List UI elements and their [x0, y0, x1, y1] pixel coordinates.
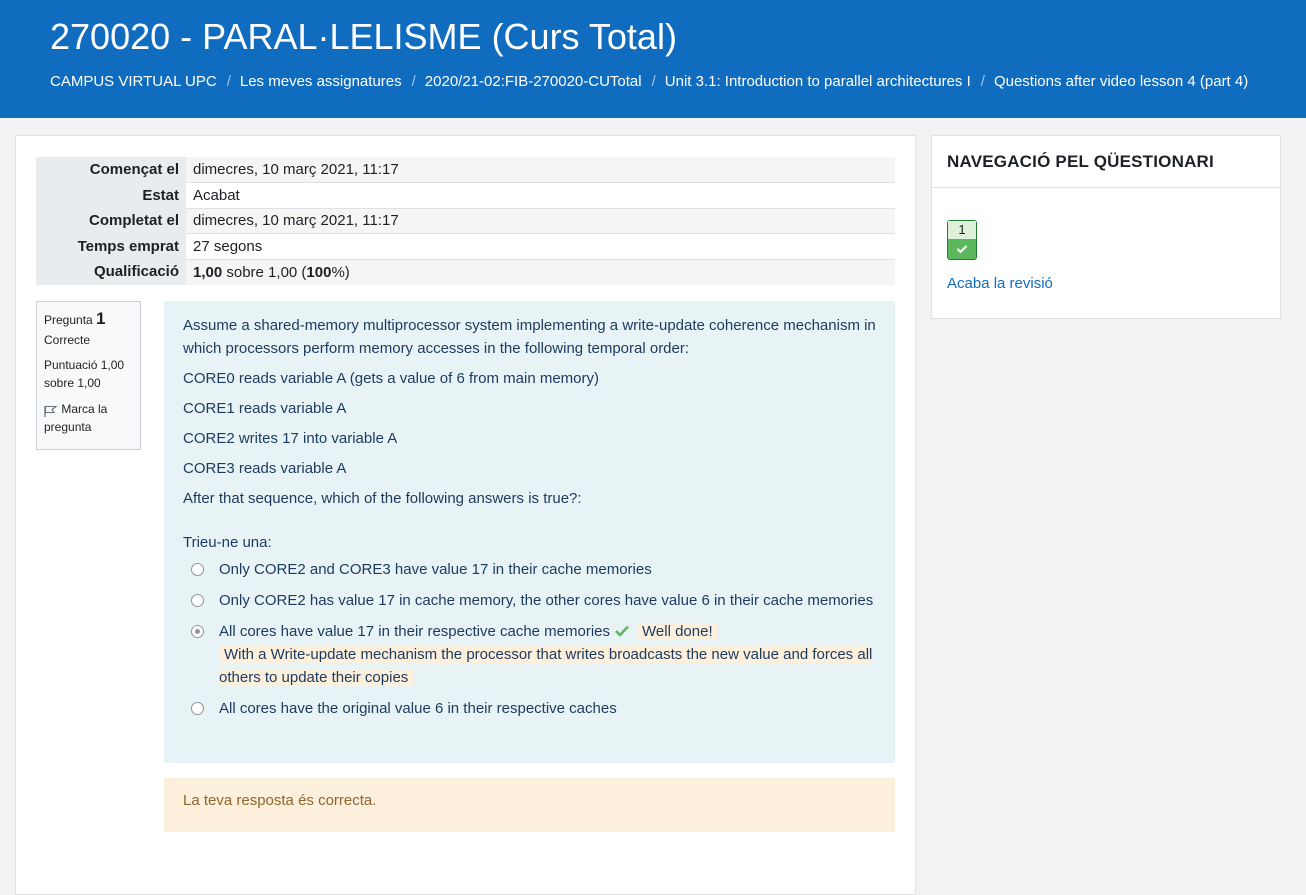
check-icon [615, 621, 629, 637]
answer-label: All cores have the original value 6 in t… [219, 700, 617, 717]
summary-row: Completat el dimecres, 10 març 2021, 11:… [36, 207, 895, 234]
question-grade: Puntuació 1,00 sobre 1,00 [44, 358, 125, 390]
nav-title: NAVEGACIÓ PEL QÜESTIONARI [947, 152, 1214, 171]
summary-row: Qualificació 1,00 sobre 1,00 (100%) [36, 258, 895, 285]
grade-mid: sobre 1,00 ( [222, 263, 307, 281]
answer-radio[interactable] [191, 594, 204, 607]
quiz-review-region: Començat el dimecres, 10 març 2021, 11:1… [15, 135, 916, 895]
feedback-title: Well done! [637, 623, 718, 640]
question-line: CORE0 reads variable A (gets a value of … [183, 370, 600, 387]
question-state: Correcte [44, 333, 91, 347]
check-icon [948, 239, 976, 259]
grade-score: 1,00 [193, 263, 223, 281]
answer-label: Only CORE2 and CORE3 have value 17 in th… [219, 561, 652, 578]
page-title: 270020 - PARAL·LELISME (Curs Total) [50, 16, 677, 57]
state-value: Acabat [186, 182, 895, 208]
page-header: 270020 - PARAL·LELISME (Curs Total) CAMP… [0, 0, 1306, 118]
answer-option[interactable]: Only CORE2 has value 17 in cache memory,… [183, 589, 876, 612]
finish-review-link[interactable]: Acaba la revisió [947, 275, 1053, 292]
question-number: Pregunta 1 [44, 310, 133, 329]
question-line: CORE3 reads variable A [183, 460, 347, 477]
breadcrumb-separator: / [226, 73, 231, 90]
breadcrumb-separator: / [651, 73, 656, 90]
feedback-text: With a Write-update mechanism the proces… [219, 646, 873, 686]
answer-option-selected[interactable]: All cores have value 17 in their respect… [183, 620, 876, 689]
answer-prompt: Trieu-ne una: [183, 534, 272, 551]
grade-end: %) [331, 263, 350, 281]
answer-label-with-feedback: All cores have value 17 in their respect… [219, 620, 876, 689]
state-label: Estat [36, 182, 186, 208]
question-text: Assume a shared-memory multiprocessor sy… [183, 317, 876, 357]
breadcrumb-unit[interactable]: Unit 3.1: Introduction to parallel archi… [665, 72, 971, 92]
grade-label: Qualificació [36, 259, 186, 285]
answer-radio[interactable] [191, 702, 204, 715]
answer-options: Only CORE2 and CORE3 have value 17 in th… [183, 558, 876, 720]
summary-row: Començat el dimecres, 10 març 2021, 11:1… [36, 157, 895, 183]
answer-radio-selected[interactable] [191, 625, 204, 638]
question-formulation: Assume a shared-memory multiprocessor sy… [164, 301, 895, 763]
question-info-box: Pregunta 1 Correcte Puntuació 1,00 sobre… [36, 301, 141, 450]
question-line: CORE2 writes 17 into variable A [183, 430, 398, 447]
question-line: After that sequence, which of the follow… [183, 490, 582, 507]
question-outcome: La teva resposta és correcta. [164, 778, 895, 832]
breadcrumb-course[interactable]: 2020/21-02:FIB-270020-CUTotal [425, 72, 642, 92]
answer-radio[interactable] [191, 563, 204, 576]
summary-row: Estat Acabat [36, 182, 895, 208]
question-line: CORE1 reads variable A [183, 400, 347, 417]
question-number-value: 1 [96, 309, 106, 328]
started-label: Començat el [36, 157, 186, 183]
question-label: Pregunta [44, 313, 93, 327]
grade-percent: 100 [306, 263, 332, 281]
answer-label: All cores have value 17 in their respect… [219, 623, 611, 640]
breadcrumb-separator: / [411, 73, 416, 90]
quiz-navigation-block: NAVEGACIÓ PEL QÜESTIONARI 1 Acaba la rev… [931, 135, 1281, 319]
completed-label: Completat el [36, 208, 186, 234]
question-nav-button[interactable]: 1 [947, 220, 977, 260]
answer-option[interactable]: Only CORE2 and CORE3 have value 17 in th… [183, 558, 876, 581]
grade-value: 1,00 sobre 1,00 (100%) [186, 258, 895, 285]
answer-label: Only CORE2 has value 17 in cache memory,… [219, 592, 874, 609]
nav-divider [932, 187, 1280, 188]
breadcrumb-campus[interactable]: CAMPUS VIRTUAL UPC [50, 72, 217, 92]
completed-value: dimecres, 10 març 2021, 11:17 [186, 207, 895, 234]
flag-question-button[interactable]: Marca la pregunta [44, 400, 133, 436]
breadcrumb: CAMPUS VIRTUAL UPC / Les meves assignatu… [50, 72, 1248, 92]
time-taken-label: Temps emprat [36, 233, 186, 259]
attempt-summary-table: Començat el dimecres, 10 març 2021, 11:1… [36, 157, 895, 285]
started-value: dimecres, 10 març 2021, 11:17 [186, 157, 895, 183]
flag-icon [44, 404, 58, 417]
summary-row: Temps emprat 27 segons [36, 233, 895, 259]
breadcrumb-my-courses[interactable]: Les meves assignatures [240, 72, 402, 92]
answer-option[interactable]: All cores have the original value 6 in t… [183, 697, 876, 720]
breadcrumb-separator: / [980, 73, 985, 90]
breadcrumb-quiz[interactable]: Questions after video lesson 4 (part 4) [994, 72, 1248, 92]
question-nav-number: 1 [948, 221, 976, 239]
time-taken-value: 27 segons [186, 233, 895, 259]
